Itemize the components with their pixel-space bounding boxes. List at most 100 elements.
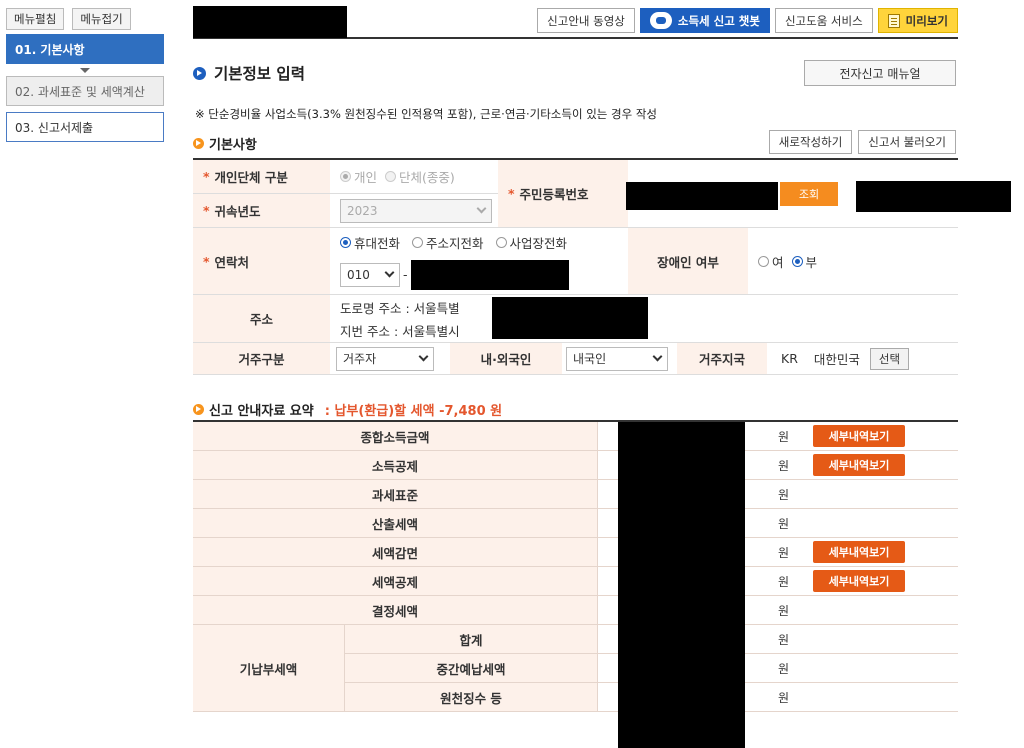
table-row: * 연락처 휴대전화 주소지전화 사업장전화 010 - 장애인 여부 여 부 [193, 228, 958, 295]
summary-row-label: 종합소득금액 [193, 422, 598, 450]
residence-select[interactable]: 거주자 [336, 346, 434, 371]
menu-expand-button[interactable]: 메뉴펼침 [6, 8, 65, 30]
redacted-rrn-extra [856, 181, 1011, 212]
unit-label: 원 [778, 458, 790, 473]
unit-label: 원 [778, 429, 790, 444]
section-bullet-icon [193, 404, 204, 415]
disability-option-no[interactable]: 부 [791, 252, 817, 271]
year-row: * 귀속년도 2023 [193, 194, 498, 227]
contact-option-mobile[interactable]: 휴대전화 [340, 233, 400, 252]
required-mark: * [203, 169, 210, 184]
contact-cell: 휴대전화 주소지전화 사업장전화 010 - [330, 228, 628, 294]
country-name: 대한민국 [813, 352, 860, 367]
unit-label: 원 [778, 516, 790, 531]
step-basic-info[interactable]: 01. 기본사항 [6, 34, 164, 64]
country-choose-button[interactable]: 선택 [869, 347, 910, 370]
phone-separator: - [403, 267, 408, 282]
document-icon [887, 13, 900, 28]
table-row: 거주구분 거주자 내·외국인 내국인 거주지국 KR 대한민국 선택 [193, 343, 958, 375]
contact-option-home[interactable]: 주소지전화 [412, 233, 484, 252]
prepaid-tax-label: 기납부세액 [193, 625, 345, 712]
chatbot-icon [649, 12, 672, 29]
redacted-amounts [618, 422, 745, 748]
chevron-down-icon [652, 351, 663, 362]
top-bar: 신고안내 동영상 소득세 신고 챗봇 신고도움 서비스 미리보기 [193, 6, 958, 39]
guide-video-button[interactable]: 신고안내 동영상 [537, 8, 635, 33]
summary-row-label: 과세표준 [193, 480, 598, 508]
contact-option-business[interactable]: 사업장전화 [495, 233, 567, 252]
table-row: 산출세액 원 [193, 509, 958, 538]
address-label: 주소 [193, 295, 330, 342]
disability-label: 장애인 여부 [628, 228, 748, 294]
table-row: * 개인단체 구분 개인 단체(종중) * 귀속년도 2023 * 주민등록번호… [193, 160, 958, 228]
step-tax-calculation[interactable]: 02. 과세표준 및 세액계산 [6, 76, 164, 106]
detail-button-income[interactable]: 세부내역보기 [813, 425, 905, 447]
redacted-phone [410, 259, 569, 290]
type-year-block: * 개인단체 구분 개인 단체(종중) * 귀속년도 2023 [193, 160, 498, 227]
page-title: 기본정보 입력 [214, 65, 305, 83]
type-option-group[interactable]: 단체(종중) [385, 167, 455, 186]
nationality-select[interactable]: 내국인 [566, 346, 668, 371]
detail-button-deduction[interactable]: 세부내역보기 [813, 454, 905, 476]
phone-row: 010 - [340, 259, 569, 290]
year-cell: 2023 [330, 194, 498, 227]
chevron-down-icon [476, 203, 487, 214]
year-select[interactable]: 2023 [340, 198, 492, 223]
contact-radio-group: 휴대전화 주소지전화 사업장전화 [340, 233, 575, 252]
required-mark: * [508, 186, 515, 201]
detail-button-reduction[interactable]: 세부내역보기 [813, 541, 905, 563]
year-label: * 귀속년도 [193, 194, 330, 227]
summary-section-title: 신고 안내자료 요약 [209, 404, 314, 419]
page-title-row: 기본정보 입력 [193, 62, 305, 84]
e-filing-manual-button[interactable]: 전자신고 매뉴얼 [804, 60, 956, 86]
unit-label: 원 [778, 603, 790, 618]
country-label: 거주지국 [677, 343, 767, 374]
nationality-value: 내국인 [573, 352, 607, 366]
table-row: 종합소득금액 원 세부내역보기 [193, 422, 958, 451]
summary-row-label: 합계 [345, 625, 598, 653]
menu-collapse-button[interactable]: 메뉴접기 [72, 8, 131, 30]
disability-option-yes[interactable]: 여 [758, 252, 784, 271]
basic-section-title: 기본사항 [209, 138, 257, 153]
summary-row-label: 세액감면 [193, 538, 598, 566]
prepaid-tax-group: 기납부세액 합계 원 중간예납세액 원 원천징수 등 원 [193, 625, 958, 712]
sidebar: 메뉴펼침 메뉴접기 01. 기본사항 02. 과세표준 및 세액계산 03. 신… [6, 8, 164, 148]
disability-radio-group: 여 부 [748, 228, 958, 294]
unit-label: 원 [778, 574, 790, 589]
type-label-text: 개인단체 구분 [214, 170, 288, 185]
nationality-label: 내·외국인 [450, 343, 562, 374]
preview-button[interactable]: 미리보기 [877, 8, 958, 33]
preview-label: 미리보기 [905, 13, 948, 28]
address-cell: 도로명 주소 : 서울특별 지번 주소 : 서울특별시 [330, 295, 958, 342]
country-code: KR [781, 351, 798, 366]
table-row: 소득공제 원 세부내역보기 [193, 451, 958, 480]
year-label-text: 귀속년도 [214, 204, 261, 219]
step-submit[interactable]: 03. 신고서제출 [6, 112, 164, 142]
basic-section-heading: 기본사항 [193, 134, 257, 153]
type-label: * 개인단체 구분 [193, 160, 330, 193]
summary-section-heading: 신고 안내자료 요약 : 납부(환급)할 세액 -7,480 원 [193, 400, 502, 419]
residence-label: 거주구분 [193, 343, 330, 374]
contact-label: * 연락처 [193, 228, 330, 294]
rrn-lookup-button[interactable]: 조회 [780, 182, 838, 206]
title-bullet-icon [193, 66, 206, 80]
residence-cell: 거주자 [330, 343, 450, 374]
chevron-down-icon [384, 267, 395, 278]
year-value: 2023 [347, 203, 378, 218]
phone-prefix-select[interactable]: 010 [340, 262, 400, 287]
type-option-individual[interactable]: 개인 [340, 167, 377, 186]
chatbot-button[interactable]: 소득세 신고 챗봇 [639, 8, 770, 33]
new-form-button[interactable]: 새로작성하기 [768, 130, 853, 154]
help-service-button[interactable]: 신고도움 서비스 [774, 8, 873, 33]
table-row: 세액공제 원 세부내역보기 [193, 567, 958, 596]
notice-text: ※ 단순경비율 사업소득(3.3% 원천징수된 인적용역 포함), 근로·연금·… [195, 107, 657, 121]
section-bullet-icon [193, 138, 204, 149]
table-row: 주소 도로명 주소 : 서울특별 지번 주소 : 서울특별시 [193, 295, 958, 343]
rrn-label: * 주민등록번호 [498, 160, 628, 227]
basic-info-table: * 개인단체 구분 개인 단체(종중) * 귀속년도 2023 * 주민등록번호… [193, 158, 958, 375]
load-form-button[interactable]: 신고서 불러오기 [858, 130, 956, 154]
unit-label: 원 [778, 661, 790, 676]
road-address: 도로명 주소 : 서울특별 [340, 300, 460, 316]
summary-table: 종합소득금액 원 세부내역보기 소득공제 원 세부내역보기 과세표준 원 산출세… [193, 420, 958, 748]
detail-button-credit[interactable]: 세부내역보기 [813, 570, 905, 592]
